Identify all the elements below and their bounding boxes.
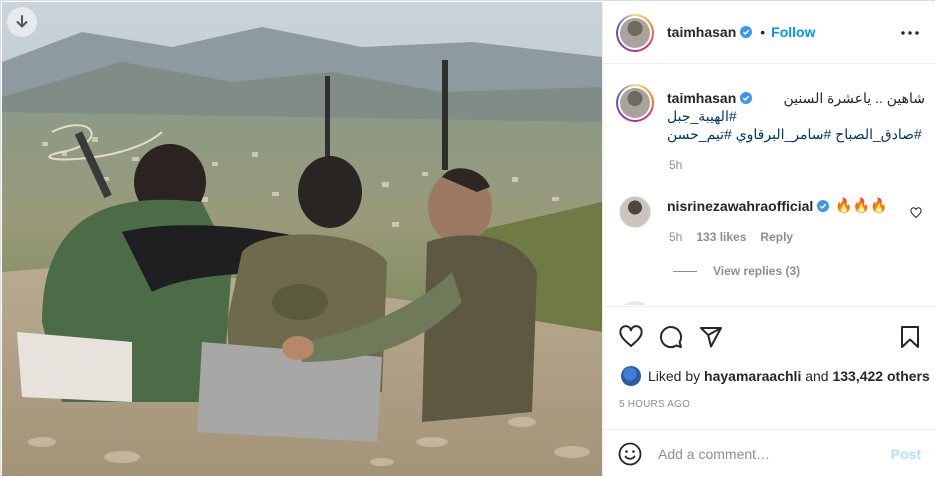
share-button[interactable]: [699, 325, 723, 349]
photo-illustration: [2, 2, 602, 476]
download-button[interactable]: [7, 7, 37, 37]
add-comment-bar: Add a comment… Post: [603, 429, 935, 477]
view-replies-line: [673, 270, 697, 272]
likes-count[interactable]: 133,422 others: [832, 368, 929, 384]
verified-badge-icon: [817, 199, 830, 212]
add-comment-input[interactable]: Add a comment…: [658, 446, 770, 462]
caption-author-line: taimhasan: [667, 90, 753, 106]
verified-badge-icon: [740, 92, 753, 104]
comment-reply-button[interactable]: Reply: [760, 230, 793, 244]
post-comment-button[interactable]: Post: [891, 446, 921, 462]
instagram-post-window: taimhasan • Follow taimhasan شاهين .. يا…: [0, 0, 935, 476]
comment-icon: [660, 326, 683, 349]
comment-time[interactable]: 5h: [669, 230, 682, 244]
comment-meta: 5h 133 likes Reply: [669, 230, 793, 244]
post-actions: Liked by hayamaraachli and 133,422 other…: [603, 306, 935, 476]
caption-author-avatar[interactable]: [616, 84, 654, 122]
post-photo[interactable]: [2, 2, 602, 476]
comment-likes[interactable]: 133 likes: [696, 230, 746, 244]
view-replies-label: View replies (3): [713, 264, 801, 278]
download-icon: [16, 15, 28, 28]
emoji-icon: [618, 442, 642, 466]
comment-text: 🔥🔥🔥: [835, 197, 888, 213]
comment-button[interactable]: [659, 325, 683, 349]
view-replies-button[interactable]: View replies (3): [673, 264, 800, 278]
caption-hashtag-line2[interactable]: #الهيبة_جبل: [667, 107, 747, 125]
caption-hashtag-line3[interactable]: #صادق_الصباح #سامر_البرقاوي #تيم_حسن: [667, 125, 925, 143]
follow-button[interactable]: Follow: [771, 24, 815, 40]
caption-text-line1: شاهين .. ياعشرة السنين: [783, 90, 925, 106]
comment-username[interactable]: nisrinezawahraofficial: [667, 198, 813, 214]
comment-like-button[interactable]: [910, 206, 922, 224]
more-options-icon: [901, 31, 919, 35]
likes-prefix: Liked by: [648, 368, 701, 384]
bookmark-icon: [901, 326, 919, 348]
heart-icon: [619, 325, 643, 347]
liker-avatar[interactable]: [621, 366, 641, 386]
more-options-button[interactable]: [898, 21, 922, 45]
comments-list[interactable]: taimhasan شاهين .. ياعشرة السنين #الهيبة…: [603, 65, 935, 305]
like-button[interactable]: [619, 325, 643, 349]
caption-time[interactable]: 5h: [669, 158, 682, 172]
post-header: taimhasan • Follow: [603, 2, 935, 64]
next-commenter-avatar[interactable]: [619, 301, 651, 305]
emoji-button[interactable]: [618, 442, 642, 471]
paper-plane-icon: [700, 327, 722, 348]
caption-username[interactable]: taimhasan: [667, 90, 736, 106]
verified-badge-icon: [740, 26, 753, 38]
likes-summary: Liked by hayamaraachli and 133,422 other…: [621, 366, 930, 386]
liker-username[interactable]: hayamaraachli: [704, 368, 801, 384]
commenter-avatar[interactable]: [619, 196, 651, 228]
separator-dot: •: [760, 24, 766, 40]
author-username[interactable]: taimhasan: [667, 24, 736, 40]
post-side-panel: taimhasan • Follow taimhasan شاهين .. يا…: [602, 2, 935, 476]
author-avatar[interactable]: [616, 14, 654, 52]
heart-icon: [910, 207, 922, 219]
author-line: taimhasan • Follow: [667, 24, 815, 40]
comment-line: nisrinezawahraofficial 🔥🔥🔥: [667, 197, 888, 214]
save-button[interactable]: [898, 325, 922, 349]
likes-and: and: [805, 368, 829, 384]
post-timestamp[interactable]: 5 HOURS AGO: [619, 399, 690, 410]
